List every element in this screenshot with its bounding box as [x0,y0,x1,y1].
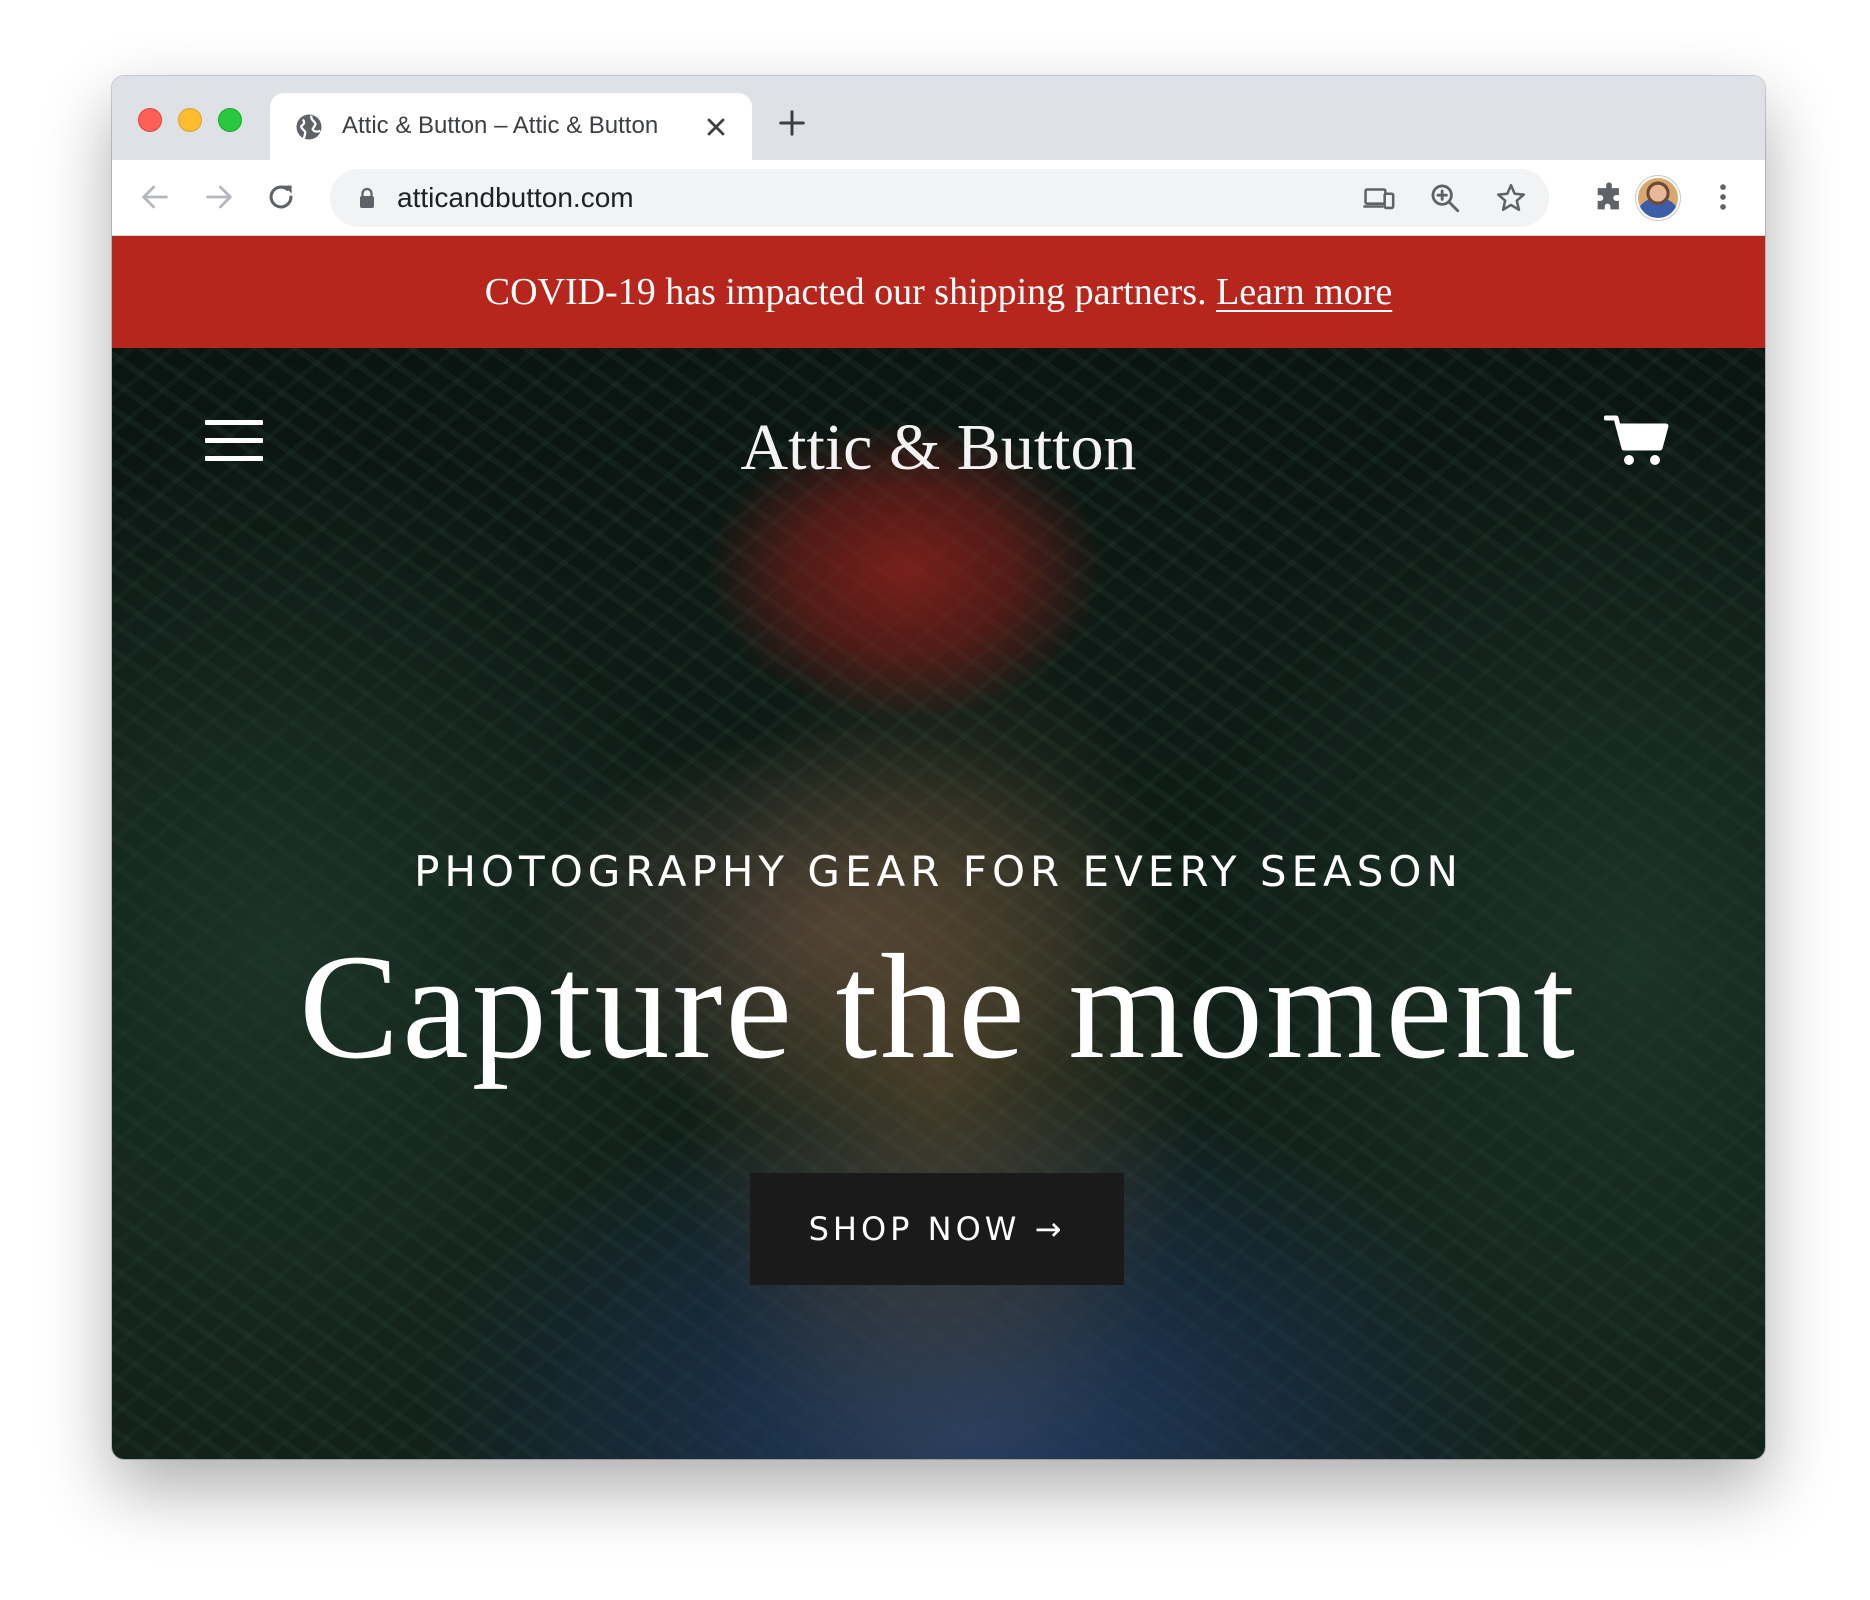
arrow-right-icon[interactable] [202,180,236,214]
url-text[interactable]: atticandbutton.com [397,182,634,214]
cart-icon[interactable] [1604,414,1670,468]
hero-section: Attic & Button PHOTOGRAPHY GEAR FOR EVER… [112,348,1765,1459]
lock-icon[interactable] [358,187,376,209]
announcement-bar: COVID-19 has impacted our shipping partn… [112,236,1765,348]
close-icon[interactable] [702,113,730,141]
announcement-text: COVID-19 has impacted our shipping partn… [484,271,1207,313]
tab-strip: Attic & Button – Attic & Button [112,76,1765,160]
close-window-button[interactable] [138,108,162,132]
learn-more-link[interactable]: Learn more [1216,271,1392,313]
maximize-window-button[interactable] [218,108,242,132]
globe-icon [296,114,322,140]
avatar[interactable] [1636,176,1680,220]
more-vertical-icon[interactable] [1706,180,1740,214]
hero-kicker: PHOTOGRAPHY GEAR FOR EVERY SEASON [414,847,1463,896]
minimize-window-button[interactable] [178,108,202,132]
address-bar[interactable]: atticandbutton.com [330,169,1549,227]
tab-title: Attic & Button – Attic & Button [342,112,659,139]
tab-active[interactable]: Attic & Button – Attic & Button [270,93,752,160]
new-tab-icon[interactable] [777,108,807,138]
web-page: COVID-19 has impacted our shipping partn… [112,236,1765,1459]
arrow-left-icon[interactable] [138,180,172,214]
shop-now-button[interactable]: SHOP NOW → [750,1173,1124,1285]
browser-window: Attic & Button – Attic & Button atticand… [112,76,1765,1459]
star-icon[interactable] [1494,181,1528,215]
hero-headline: Capture the moment [299,924,1578,1090]
cast-icon[interactable] [1362,181,1396,215]
zoom-in-icon[interactable] [1428,181,1462,215]
browser-toolbar: atticandbutton.com [112,160,1765,236]
reload-icon[interactable] [264,180,298,214]
puzzle-icon[interactable] [1592,181,1626,215]
site-logo[interactable]: Attic & Button [112,408,1765,488]
